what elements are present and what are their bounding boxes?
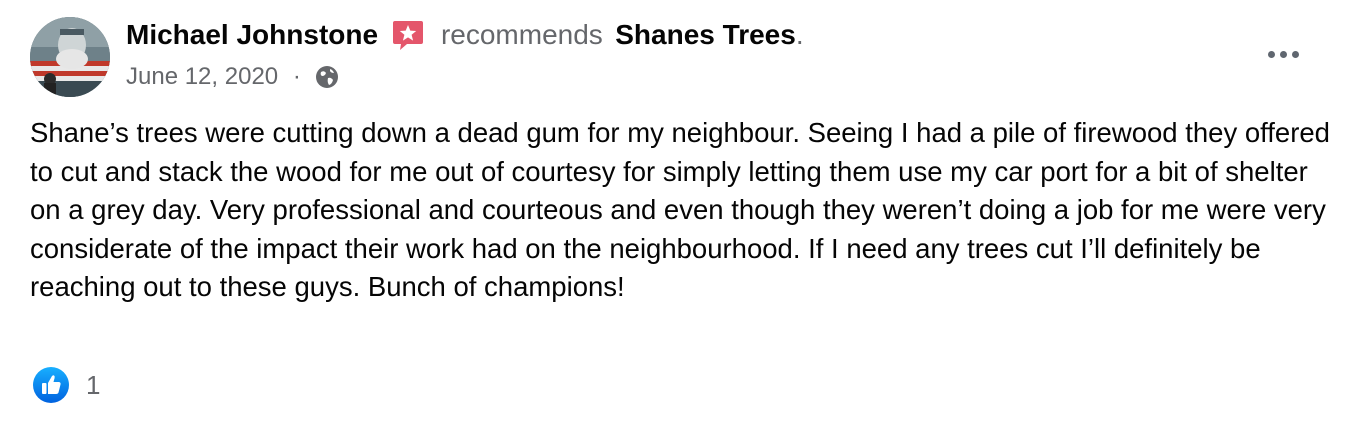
- reactions-bar[interactable]: 1: [32, 366, 100, 404]
- post-header: Michael Johnstone recommends Shanes Tree…: [126, 18, 804, 58]
- meta-separator: ·: [292, 62, 301, 90]
- recommendation-star-icon: [392, 21, 423, 50]
- recommends-label: recommends: [440, 19, 603, 50]
- more-options-button[interactable]: [1258, 36, 1308, 72]
- header-period: .: [795, 19, 804, 50]
- globe-icon: [316, 65, 339, 88]
- avatar-image: [30, 17, 110, 97]
- author-avatar[interactable]: [30, 17, 110, 97]
- like-count: 1: [86, 369, 101, 400]
- more-dot: [1291, 50, 1299, 58]
- review-text: Shane’s trees were cutting down a dead g…: [30, 117, 1330, 302]
- post-meta: June 12, 2020 ·: [126, 62, 339, 94]
- more-dot: [1279, 50, 1287, 58]
- page-name-link[interactable]: Shanes Trees: [615, 19, 796, 51]
- more-dot: [1267, 50, 1275, 58]
- post-date[interactable]: June 12, 2020: [126, 63, 278, 91]
- author-name[interactable]: Michael Johnstone: [126, 19, 378, 51]
- review-post: Michael Johnstone recommends Shanes Tree…: [0, 0, 1356, 426]
- like-icon: [33, 367, 69, 403]
